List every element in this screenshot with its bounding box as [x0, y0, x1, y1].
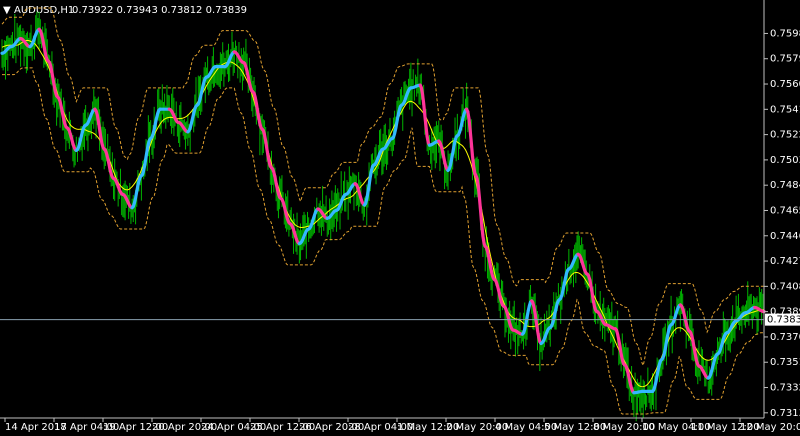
y-tick-label: 0.74469 — [770, 231, 800, 242]
chart-symbol-label: AUDUSD,H1 — [14, 5, 74, 16]
current-price-label: 0.73839 — [767, 315, 800, 326]
moving-average-line — [1, 39, 765, 388]
y-tick-label: 0.73519 — [770, 357, 800, 368]
trend-segment-down — [474, 174, 487, 248]
chart-ohlc-readout: 0.73922 0.73943 0.73812 0.73839 — [72, 5, 247, 16]
moving-average — [1, 39, 765, 388]
y-tick-label: 0.75799 — [770, 54, 800, 65]
y-tick-label: 0.75989 — [770, 28, 800, 39]
upper-band — [1, 7, 764, 367]
y-tick-label: 0.75229 — [770, 130, 800, 141]
y-tick-label: 0.73329 — [770, 383, 800, 394]
axes: 0.75989 0.75799 0.75609 0.75419 0.75229 0.750… — [0, 0, 800, 433]
y-tick-label: 0.74089 — [770, 281, 800, 292]
y-tick-label: 0.73709 — [770, 332, 800, 343]
y-tick-label: 0.74279 — [770, 256, 800, 267]
y-tick-label: 0.75609 — [770, 79, 800, 90]
trend-segment-down — [251, 90, 264, 131]
y-tick-label: 0.75039 — [770, 155, 800, 166]
y-tick-label: 0.74659 — [770, 205, 800, 216]
price-bars — [1, 11, 765, 422]
chart-root: ▼ AUDUSD,H1 0.73922 0.73943 0.73812 0.73… — [0, 0, 800, 433]
trend-segment-down — [418, 83, 432, 147]
chart-svg: ▼ AUDUSD,H1 0.73922 0.73943 0.73812 0.73… — [0, 0, 800, 433]
chart-menu-icon[interactable]: ▼ — [3, 5, 11, 16]
x-tick-label: 12 May 20:00 — [740, 422, 800, 432]
y-tick-label: 0.73139 — [770, 408, 800, 419]
y-tick-label: 0.75419 — [770, 104, 800, 115]
lower-band — [2, 67, 764, 415]
envelope-bands — [1, 7, 764, 415]
y-tick-label: 0.74849 — [770, 180, 800, 191]
